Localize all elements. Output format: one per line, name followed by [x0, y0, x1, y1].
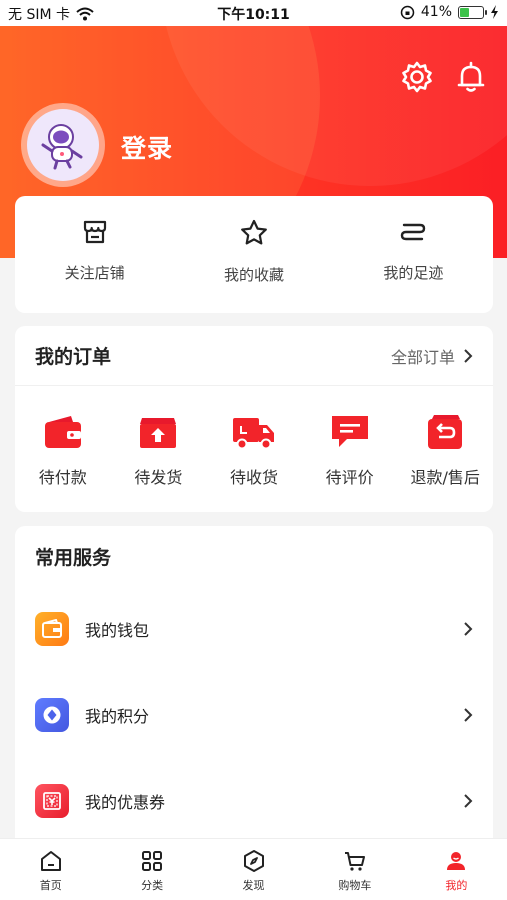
order-pending-receipt[interactable]: 待收货: [206, 412, 302, 488]
order-refund-aftersale[interactable]: 退款/售后: [397, 412, 493, 488]
quick-link-label: 关注店铺: [64, 264, 125, 282]
chevron-right-icon: [464, 794, 473, 808]
orders-title: 我的订单: [35, 346, 112, 368]
tab-label: 分类: [141, 879, 164, 892]
star-icon: [241, 219, 267, 245]
order-pending-shipment[interactable]: 待发货: [111, 412, 207, 488]
compass-icon: [243, 850, 264, 872]
order-pending-review[interactable]: 待评价: [302, 412, 398, 488]
tab-label: 我的: [445, 879, 468, 892]
tab-label: 首页: [39, 879, 62, 892]
tab-cart[interactable]: 购物车: [304, 839, 405, 900]
services-title: 常用服务: [35, 546, 112, 569]
avatar[interactable]: [21, 103, 105, 187]
order-label: 待付款: [38, 468, 87, 487]
service-label: 我的钱包: [85, 621, 150, 640]
comment-icon: [331, 416, 368, 447]
quick-link-label: 我的足迹: [383, 264, 444, 282]
all-orders-link[interactable]: 全部订单: [391, 344, 473, 368]
points-icon: [43, 706, 61, 724]
quick-link-followed-stores[interactable]: 关注店铺: [15, 196, 174, 313]
order-label: 待评价: [325, 468, 374, 487]
footprint-icon: [401, 223, 426, 241]
coupon-icon: [43, 792, 61, 810]
tab-label: 发现: [242, 879, 265, 892]
service-points[interactable]: 我的积分: [15, 672, 493, 758]
services-card: 常用服务 我的钱包 我的积分 我的优惠券: [15, 526, 493, 856]
all-orders-label: 全部订单: [390, 347, 455, 367]
astronaut-avatar-icon: [41, 124, 83, 170]
battery-percent: 41%: [420, 4, 452, 20]
status-bar: 无 SIM 卡 下午10:11 41%: [0, 0, 507, 26]
tab-label: 购物车: [338, 879, 372, 892]
profile-icon: [447, 852, 466, 870]
wallet-icon: [44, 416, 81, 448]
login-link[interactable]: 登录: [121, 129, 173, 165]
tab-profile[interactable]: 我的: [406, 839, 507, 900]
refund-icon: [428, 415, 463, 449]
orders-card: 我的订单 全部订单 待付款 待发货 待收货 待评价 退款/售后: [15, 326, 493, 512]
battery-icon: [458, 5, 487, 19]
notification-bell-icon[interactable]: [453, 59, 489, 95]
service-label: 我的积分: [85, 707, 150, 726]
store-icon: [83, 220, 106, 244]
service-wallet[interactable]: 我的钱包: [15, 586, 493, 672]
quick-links-card: 关注店铺 我的收藏 我的足迹: [15, 196, 493, 313]
quick-link-footprints[interactable]: 我的足迹: [334, 196, 493, 313]
order-pending-payment[interactable]: 待付款: [15, 412, 111, 488]
tab-discover[interactable]: 发现: [203, 839, 304, 900]
order-label: 待发货: [134, 468, 183, 487]
orientation-lock-icon: [400, 5, 415, 19]
bottom-tab-bar: 首页 分类 发现 购物车 我的: [0, 838, 507, 900]
wallet-icon: [42, 619, 62, 638]
quick-link-favorites[interactable]: 我的收藏: [174, 196, 333, 313]
chevron-right-icon: [464, 348, 473, 363]
home-icon: [40, 851, 61, 871]
box-icon: [140, 418, 177, 448]
grid-icon: [142, 851, 163, 871]
truck-icon: [232, 418, 274, 450]
order-label: 退款/售后: [410, 468, 480, 487]
tab-home[interactable]: 首页: [0, 839, 101, 900]
charging-icon: [491, 5, 498, 19]
service-label: 我的优惠券: [85, 793, 166, 812]
chevron-right-icon: [464, 622, 473, 636]
quick-link-label: 我的收藏: [223, 266, 284, 284]
cart-icon: [344, 852, 365, 871]
settings-gear-icon[interactable]: [399, 59, 435, 95]
chevron-right-icon: [464, 708, 473, 722]
service-coupons[interactable]: 我的优惠券: [15, 758, 493, 844]
order-label: 待收货: [229, 468, 278, 487]
tab-category[interactable]: 分类: [101, 839, 202, 900]
